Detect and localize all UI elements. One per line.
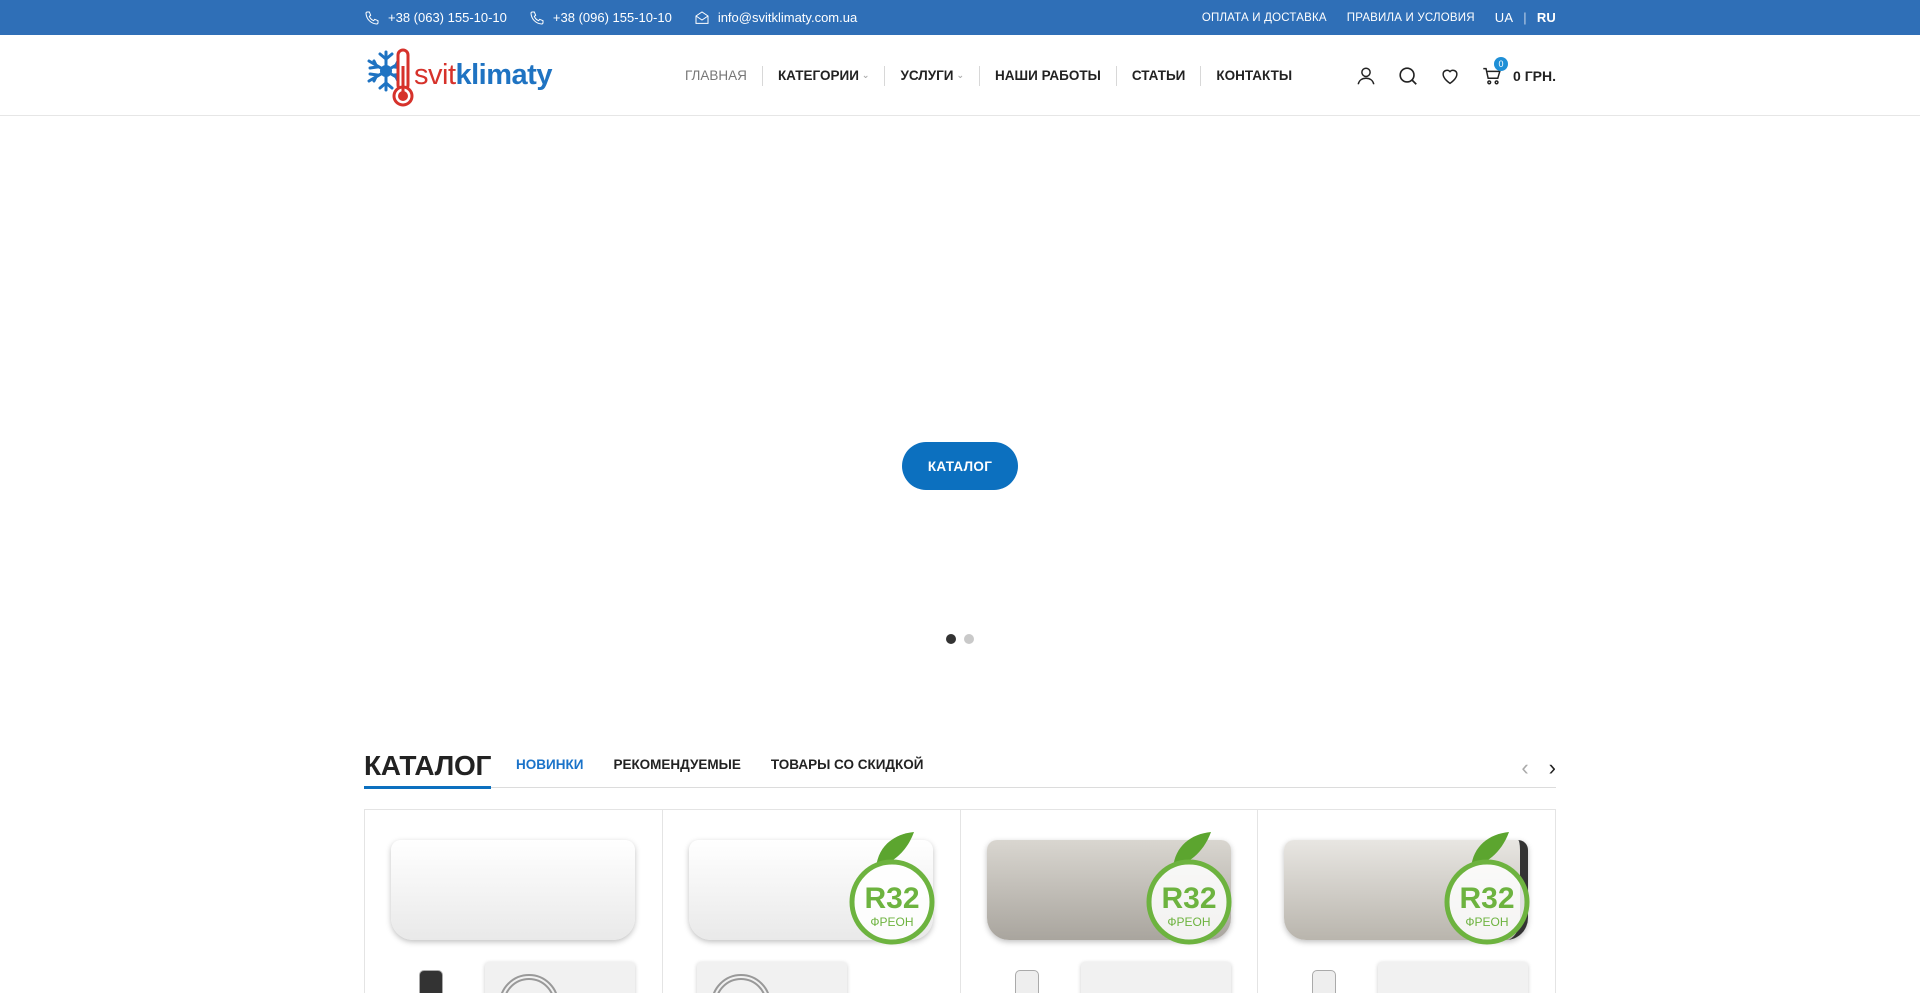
catalog-title: КАТАЛОГ <box>364 750 491 789</box>
outdoor-unit-image <box>1378 962 1529 993</box>
product-card[interactable]: R32 ФРЕОН <box>1258 810 1556 993</box>
phone-1-text: +38 (063) 155-10-10 <box>388 10 507 25</box>
nav-item-our-works[interactable]: НАШИ РАБОТЫ <box>979 65 1116 86</box>
tab-recommended[interactable]: РЕКОМЕНДУЕМЫЕ <box>613 757 740 772</box>
slider-pagination <box>946 634 974 644</box>
site-header: svitklimaty ГЛАВНАЯ КАТЕГОРИИ ⌄ УСЛУГИ ⌄ Н… <box>0 35 1920 116</box>
site-logo[interactable]: svitklimaty <box>364 44 614 108</box>
fan-grille <box>710 974 771 993</box>
language-switcher: UA | RU <box>1495 10 1556 25</box>
user-icon[interactable] <box>1355 65 1377 87</box>
chevron-right-icon[interactable]: › <box>1549 757 1556 779</box>
nav-label: КАТЕГОРИИ <box>777 68 859 83</box>
heart-icon[interactable] <box>1439 65 1461 87</box>
terms-link[interactable]: ПРАВИЛА И УСЛОВИЯ <box>1347 12 1475 24</box>
slider-dot-2[interactable] <box>964 634 974 644</box>
main-nav: ГЛАВНАЯ КАТЕГОРИИ ⌄ УСЛУГИ ⌄ НАШИ РАБОТЫ С… <box>670 35 1307 116</box>
phone-link-2[interactable]: +38 (096) 155-10-10 <box>529 10 672 26</box>
r32-badge-icon: R32 ФРЕОН <box>849 832 934 945</box>
catalog-button[interactable]: КАТАЛОГ <box>902 442 1018 490</box>
r32-badge-text: R32 <box>1459 882 1514 915</box>
email-text: info@svitklimaty.com.ua <box>717 10 858 25</box>
snowflake-thermometer-logo-icon <box>367 48 414 106</box>
product-grid: R32 ФРЕОН R32 ФРЕОН R32 ФРЕОН <box>364 809 1556 993</box>
remote-control-image <box>1014 970 1039 993</box>
fan-grille <box>499 974 559 993</box>
carousel-arrows: ‹ › <box>1521 757 1556 779</box>
product-card[interactable] <box>365 810 663 993</box>
phone-icon <box>365 11 379 25</box>
catalog-section: КАТАЛОГ НОВИНКИ РЕКОМЕНДУЕМЫЕ ТОВАРЫ СО … <box>364 750 1556 993</box>
cart-button[interactable]: 0 0 ГРН. <box>1481 56 1556 87</box>
remote-control-image <box>1312 970 1337 993</box>
outdoor-unit-image <box>696 962 847 993</box>
logo-part-klimaty: klimaty <box>455 59 553 91</box>
r32-badge-icon: R32 ФРЕОН <box>1146 832 1232 945</box>
outdoor-unit-image <box>1080 962 1231 993</box>
r32-badge-subtext: ФРЕОН <box>870 915 913 929</box>
r32-badge-subtext: ФРЕОН <box>1465 915 1508 929</box>
r32-badge-text: R32 <box>1162 882 1217 915</box>
envelope-icon <box>695 10 709 24</box>
search-icon[interactable] <box>1397 65 1419 87</box>
outdoor-unit-image <box>485 962 635 993</box>
phone-link-1[interactable]: +38 (063) 155-10-10 <box>364 10 507 26</box>
hero-slider: КАТАЛОГ <box>0 116 1920 676</box>
email-link[interactable]: info@svitklimaty.com.ua <box>694 10 857 26</box>
cart-total: 0 ГРН. <box>1513 67 1556 84</box>
chevron-down-icon: ⌄ <box>861 70 870 80</box>
air-conditioner-image <box>391 840 635 940</box>
nav-item-contacts[interactable]: КОНТАКТЫ <box>1200 65 1307 86</box>
nav-label: УСЛУГИ <box>900 68 954 83</box>
r32-badge-icon: R32 ФРЕОН <box>1444 832 1530 945</box>
tab-discounted[interactable]: ТОВАРЫ СО СКИДКОЙ <box>771 757 924 772</box>
nav-item-home[interactable]: ГЛАВНАЯ <box>670 66 762 86</box>
chevron-left-icon[interactable]: ‹ <box>1521 757 1528 779</box>
slider-dot-1[interactable] <box>946 634 956 644</box>
nav-item-services[interactable]: УСЛУГИ ⌄ <box>884 65 979 86</box>
logo-wordmark: svitklimaty <box>414 59 552 92</box>
chevron-down-icon: ⌄ <box>956 70 965 80</box>
product-card[interactable]: R32 ФРЕОН <box>662 810 961 993</box>
product-card[interactable]: R32 ФРЕОН <box>960 810 1259 993</box>
phone-icon <box>530 11 544 25</box>
lang-ru[interactable]: RU <box>1537 10 1556 25</box>
remote-control-image <box>419 970 443 993</box>
nav-label: НАШИ РАБОТЫ <box>995 68 1101 83</box>
nav-item-categories[interactable]: КАТЕГОРИИ ⌄ <box>761 65 885 86</box>
nav-label: ГЛАВНАЯ <box>685 68 747 83</box>
tab-new[interactable]: НОВИНКИ <box>516 757 583 772</box>
r32-badge-text: R32 <box>864 882 919 915</box>
r32-badge-subtext: ФРЕОН <box>1168 915 1211 929</box>
nav-label: КОНТАКТЫ <box>1216 68 1293 83</box>
lang-ua[interactable]: UA <box>1495 10 1513 25</box>
cart-count-badge: 0 <box>1494 56 1509 71</box>
phone-2-text: +38 (096) 155-10-10 <box>552 10 672 25</box>
logo-part-svit: svit <box>414 59 456 91</box>
catalog-tabs: НОВИНКИ РЕКОМЕНДУЕМЫЕ ТОВАРЫ СО СКИДКОЙ <box>516 757 923 787</box>
top-bar: +38 (063) 155-10-10 +38 (096) 155-10-10 … <box>0 0 1920 35</box>
catalog-header: КАТАЛОГ НОВИНКИ РЕКОМЕНДУЕМЫЕ ТОВАРЫ СО … <box>364 750 1556 789</box>
lang-separator: | <box>1523 10 1527 25</box>
nav-item-articles[interactable]: СТАТЬИ <box>1115 65 1201 86</box>
header-actions: 0 0 ГРН. <box>1355 35 1556 116</box>
payment-delivery-link[interactable]: ОПЛАТА И ДОСТАВКА <box>1202 12 1327 24</box>
nav-label: СТАТЬИ <box>1131 68 1186 83</box>
